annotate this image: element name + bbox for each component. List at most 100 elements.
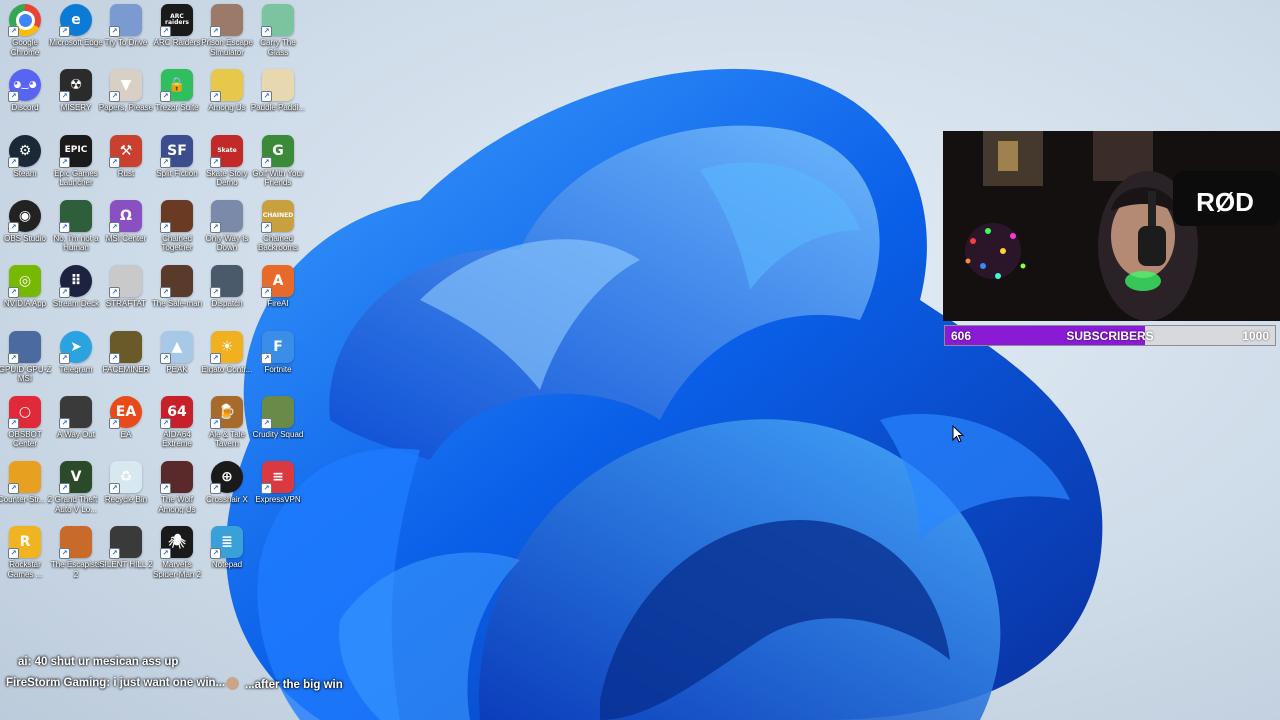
- desktop-icon[interactable]: ARC raiders ↗ ARC Raiders: [152, 4, 202, 66]
- desktop-icon-label: Epic Games Launcher: [54, 168, 98, 188]
- desktop-icon[interactable]: 🔒 ↗ Trezor Suite: [152, 69, 202, 131]
- desktop-icon[interactable]: ↗ Only Way Is Down: [202, 199, 252, 262]
- desktop-icon[interactable]: Ω ↗ MSI Center: [101, 199, 151, 262]
- shortcut-arrow-icon: ↗: [261, 483, 272, 495]
- papers-please-icon: ▼ ↗: [109, 69, 142, 103]
- desktop-icon[interactable]: ▼ ↗ Papers, Please: [99, 69, 153, 131]
- desktop-icon[interactable]: EA ↗ EA: [101, 395, 151, 458]
- desktop-icon-label: FACEMINER: [102, 364, 150, 374]
- desktop-icon[interactable]: R ↗ Rockstar Games ...: [0, 526, 50, 588]
- desktop-icon[interactable]: ↗ The Wolf Among Us: [152, 461, 202, 523]
- shortcut-arrow-icon: ↗: [261, 417, 272, 429]
- desktop-icon-label: OBS Studio: [4, 233, 46, 243]
- desktop-icon[interactable]: ⊕ ↗ Crosshair X: [202, 461, 252, 523]
- desktop-icon[interactable]: ↗ Prison Escape Simulator: [201, 4, 253, 66]
- desktop-icon[interactable]: SF ↗ Split Fiction: [152, 134, 202, 197]
- game-icon: CHAINED ↗: [261, 199, 294, 233]
- shortcut-arrow-icon: ↗: [8, 91, 19, 103]
- shortcut-arrow-icon: ↗: [59, 221, 70, 233]
- desktop-icon-label: Rust: [117, 168, 135, 178]
- mic-brand-text: RØD: [1196, 187, 1254, 217]
- desktop-icon[interactable]: ↗ Counter-Str... 2: [0, 461, 53, 523]
- crosshair-icon: ⊕ ↗: [210, 461, 243, 495]
- chat-username: ai: [18, 656, 28, 668]
- desktop-icon[interactable]: ↗ Carry The Glass: [253, 4, 303, 66]
- desktop-icon[interactable]: 🕷 ↗ Marvel's Spider-Man 2: [152, 526, 202, 588]
- desktop-icon[interactable]: ↗ The Sale-man: [152, 265, 202, 327]
- desktop-icon[interactable]: ≣ ↗ Notepad: [202, 526, 252, 588]
- desktop-icon[interactable]: ◉ ↗ OBS Studio: [0, 199, 50, 262]
- desktop-icon[interactable]: ≡ ↗ ExpressVPN: [253, 461, 303, 523]
- shortcut-arrow-icon: ↗: [59, 287, 70, 299]
- desktop-icon-label: Among Us: [208, 103, 246, 113]
- desktop-icon[interactable]: ☢ ↗ MISERY: [51, 69, 101, 131]
- desktop-icon[interactable]: ↗ A Way Out: [51, 395, 101, 458]
- desktop-icon[interactable]: ⠿ ↗ Stream Deck: [51, 265, 101, 327]
- desktop-icon[interactable]: ↗ GPUID GPU-Z MSI: [0, 330, 51, 393]
- desktop-icon[interactable]: ◕‿◕ ↗ Discord: [0, 69, 50, 131]
- desktop-icon-label: Fortnite: [264, 364, 292, 374]
- shortcut-arrow-icon: ↗: [160, 352, 171, 364]
- desktop-icon[interactable]: CHAINED ↗ Chained Backrooms: [253, 199, 303, 262]
- shortcut-arrow-icon: ↗: [59, 548, 70, 560]
- shortcut-arrow-icon: ↗: [210, 221, 221, 233]
- edge-icon: e ↗: [59, 4, 92, 37]
- desktop-icon[interactable]: EPIC ↗ Epic Games Launcher: [51, 134, 101, 197]
- desktop-icon-label: Counter-Str... 2: [0, 495, 53, 505]
- shortcut-arrow-icon: ↗: [59, 91, 70, 103]
- desktop-icon[interactable]: F ↗ Fortnite: [253, 330, 303, 393]
- shortcut-arrow-icon: ↗: [210, 26, 221, 37]
- msi-center-icon: Ω ↗: [109, 199, 142, 233]
- desktop-icon[interactable]: ☀ ↗ Elgato Contr...: [202, 330, 252, 393]
- desktop-icon[interactable]: ◎ ↗ NVIDIA App: [0, 265, 50, 327]
- desktop-icon[interactable]: ○ ↗ OBSBOT Center: [0, 395, 50, 458]
- desktop-icon[interactable]: ↗ SILENT HILL 2: [99, 526, 153, 588]
- desktop-icon[interactable]: ↗ FACEMINER: [101, 330, 151, 393]
- desktop-icon-label: Chained Together: [161, 233, 193, 253]
- game-icon: ↗: [109, 4, 142, 37]
- desktop-icon-label: A Way Out: [57, 429, 95, 439]
- shortcut-arrow-icon: ↗: [109, 417, 120, 429]
- desktop-icon[interactable]: ↗ Try To Drive: [101, 4, 151, 66]
- desktop-icon[interactable]: ♻ ↗ Recycle Bin: [101, 461, 151, 523]
- desktop-icon[interactable]: 🍺 ↗ Ale & Tale Tavern: [202, 395, 252, 458]
- desktop-icon[interactable]: Skate ↗ Skate Story Demo: [202, 134, 252, 197]
- desktop-icon[interactable]: V ↗ Grand Theft Auto V Lo...: [51, 461, 101, 523]
- desktop-icon-label: Golf With Your Friends: [252, 168, 304, 188]
- shortcut-arrow-icon: ↗: [261, 287, 272, 299]
- shortcut-arrow-icon: ↗: [109, 548, 120, 560]
- game-icon: ↗: [109, 330, 142, 364]
- steam-icon: ⚙ ↗: [8, 134, 41, 168]
- desktop-icon[interactable]: ⚙ ↗ Steam: [0, 134, 50, 197]
- desktop-icon[interactable]: ↗ Among Us: [202, 69, 252, 131]
- desktop-icon[interactable]: ↗ Paddle Paddl...: [251, 69, 305, 131]
- shortcut-arrow-icon: ↗: [160, 287, 171, 299]
- desktop-icon-label: Prison Escape Simulator: [201, 38, 253, 57]
- desktop-icon[interactable]: ↗ Chained Together: [152, 199, 202, 262]
- split-fiction-icon: SF ↗: [160, 134, 193, 168]
- desktop-icon[interactable]: G ↗ Golf With Your Friends: [252, 134, 304, 197]
- desktop-icon[interactable]: ⚒ ↗ Rust: [101, 134, 151, 197]
- shortcut-arrow-icon: ↗: [210, 483, 221, 495]
- desktop-icon[interactable]: ↗ No, I'm not a Human: [51, 199, 101, 262]
- game-icon: ↗: [160, 199, 193, 233]
- game-icon: Skate ↗: [210, 134, 243, 168]
- desktop-icon[interactable]: ↗ The Escapists 2: [51, 526, 101, 588]
- desktop-icon[interactable]: ↗ STRAFTAT: [101, 265, 151, 327]
- shortcut-arrow-icon: ↗: [160, 548, 171, 560]
- desktop-icon[interactable]: e ↗ Microsoft Edge: [49, 4, 103, 66]
- desktop-icon-label: Chained Backrooms: [257, 233, 298, 253]
- desktop-icon[interactable]: 64 ↗ AIDA64 Extreme: [152, 395, 202, 458]
- nvidia-icon: ◎ ↗: [8, 265, 41, 299]
- desktop-icon[interactable]: A ↗ FireAI: [253, 265, 303, 327]
- desktop-icon[interactable]: ▲ ↗ PEAK: [152, 330, 202, 393]
- desktop-icon-label: Split Fiction: [156, 168, 198, 178]
- desktop-icon[interactable]: ➤ ↗ Telegram: [51, 330, 101, 393]
- desktop-icon[interactable]: ↗ Crudity Squad: [253, 395, 303, 458]
- fortnite-icon: F ↗: [261, 330, 294, 364]
- desktop-icon-label: Only Way Is Down: [205, 233, 249, 253]
- desktop-icon[interactable]: ↗ Dispatch: [202, 265, 252, 327]
- golf-icon: G ↗: [261, 134, 294, 168]
- shortcut-arrow-icon: ↗: [261, 352, 272, 364]
- desktop-icon[interactable]: ↗ Google Chrome: [0, 4, 50, 66]
